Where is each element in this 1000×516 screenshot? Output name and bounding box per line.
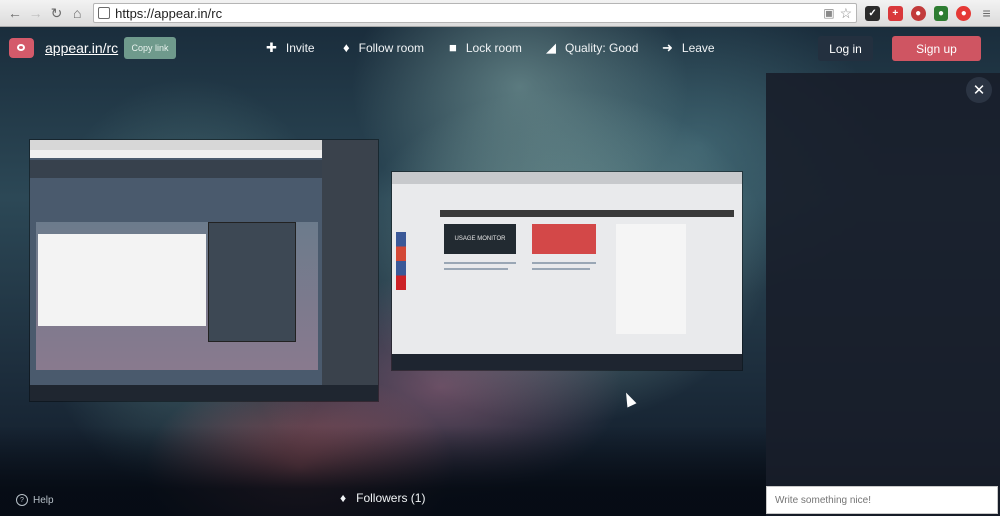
appear-in-logo-icon[interactable] (9, 38, 34, 58)
chat-input[interactable] (766, 486, 998, 514)
shared-social-icons (396, 232, 406, 290)
extension-plus-icon[interactable]: + (887, 5, 903, 21)
quality-label: Quality: Good (565, 41, 639, 55)
chat-panel (766, 73, 1000, 516)
signup-button[interactable]: Sign up (892, 36, 981, 61)
help-label: Help (33, 494, 54, 506)
plus-icon: ✚ (266, 40, 277, 55)
nested-webpage (38, 234, 206, 326)
back-icon[interactable]: ← (6, 4, 24, 22)
text-line (444, 262, 516, 264)
invite-label: Invite (285, 41, 315, 55)
shared-sidebar (616, 224, 686, 334)
shared-article-thumbnail-red (532, 224, 596, 254)
browser-toolbar: ← → ↻ ⌂ https://appear.in/rc ▣ ☆ ✓ + ● ●… (0, 0, 1000, 27)
signal-quality-icon: ◢ (546, 40, 556, 55)
shared-article-thumbnail: USAGE MONITOR (444, 224, 516, 254)
shared-site-logo (442, 188, 502, 206)
leave-icon: ➜ (662, 40, 673, 55)
lock-room-button[interactable]: ■ Lock room (449, 40, 522, 55)
video-tile-screenshare[interactable] (30, 140, 378, 401)
shared-room-header (30, 160, 322, 178)
shared-site-nav (440, 210, 734, 217)
reload-icon[interactable]: ↻ (48, 4, 66, 22)
followers-label: Followers (1) (356, 491, 426, 505)
lock-icon (98, 7, 111, 19)
extension-green-icon[interactable]: ● (933, 5, 949, 21)
quality-button[interactable]: ◢ Quality: Good (546, 40, 638, 56)
nested-window (208, 222, 296, 342)
extension-checkmark-icon[interactable]: ✓ (865, 5, 880, 21)
extension-red-icon[interactable]: ● (956, 5, 972, 21)
forward-icon[interactable]: → (27, 4, 45, 22)
invite-button[interactable]: ✚ Invite (266, 40, 315, 56)
shared-browser-bar (392, 172, 742, 184)
text-line (532, 262, 596, 264)
copy-link-button[interactable]: Copy link (124, 37, 176, 59)
followers-button[interactable]: ♦ Followers (1) (340, 491, 425, 505)
close-icon[interactable]: ✕ (966, 77, 992, 103)
shared-browser-tabs (30, 140, 322, 150)
leave-button[interactable]: ➜ Leave (662, 40, 715, 56)
lock-icon: ■ (449, 40, 457, 55)
url-text: https://appear.in/rc (115, 5, 223, 21)
bell-icon: ♦ (340, 491, 347, 505)
tile-edge (322, 140, 378, 385)
login-button[interactable]: Log in (818, 36, 873, 61)
menu-icon[interactable]: ≡ (979, 5, 994, 21)
extension-badge-icon[interactable]: ● (910, 5, 926, 21)
shared-screen (30, 140, 322, 395)
follow-room-label: Follow room (358, 40, 424, 55)
shared-address-bar (30, 150, 322, 158)
follow-room-button[interactable]: ♦ Follow room (343, 40, 424, 55)
help-button[interactable]: ? Help (16, 490, 56, 510)
help-icon: ? (16, 494, 28, 506)
shared-taskbar (392, 354, 742, 370)
room-link[interactable]: appear.in/rc (45, 40, 118, 56)
camera-icon[interactable]: ▣ (823, 6, 834, 20)
video-tile-webpage[interactable]: USAGE MONITOR (392, 172, 742, 370)
address-bar[interactable]: https://appear.in/rc ▣ ☆ (93, 3, 858, 23)
home-icon[interactable]: ⌂ (68, 4, 86, 22)
text-line (444, 268, 508, 270)
leave-label: Leave (681, 41, 715, 55)
shared-taskbar (30, 385, 378, 401)
lock-room-label: Lock room (465, 40, 522, 55)
bookmark-star-icon[interactable]: ☆ (840, 5, 853, 22)
nested-video-feed (36, 222, 318, 370)
text-line (532, 268, 590, 270)
bell-icon: ♦ (343, 40, 350, 55)
room-header: appear.in/rc Copy link ✚ Invite ♦ Follow… (0, 27, 1000, 67)
